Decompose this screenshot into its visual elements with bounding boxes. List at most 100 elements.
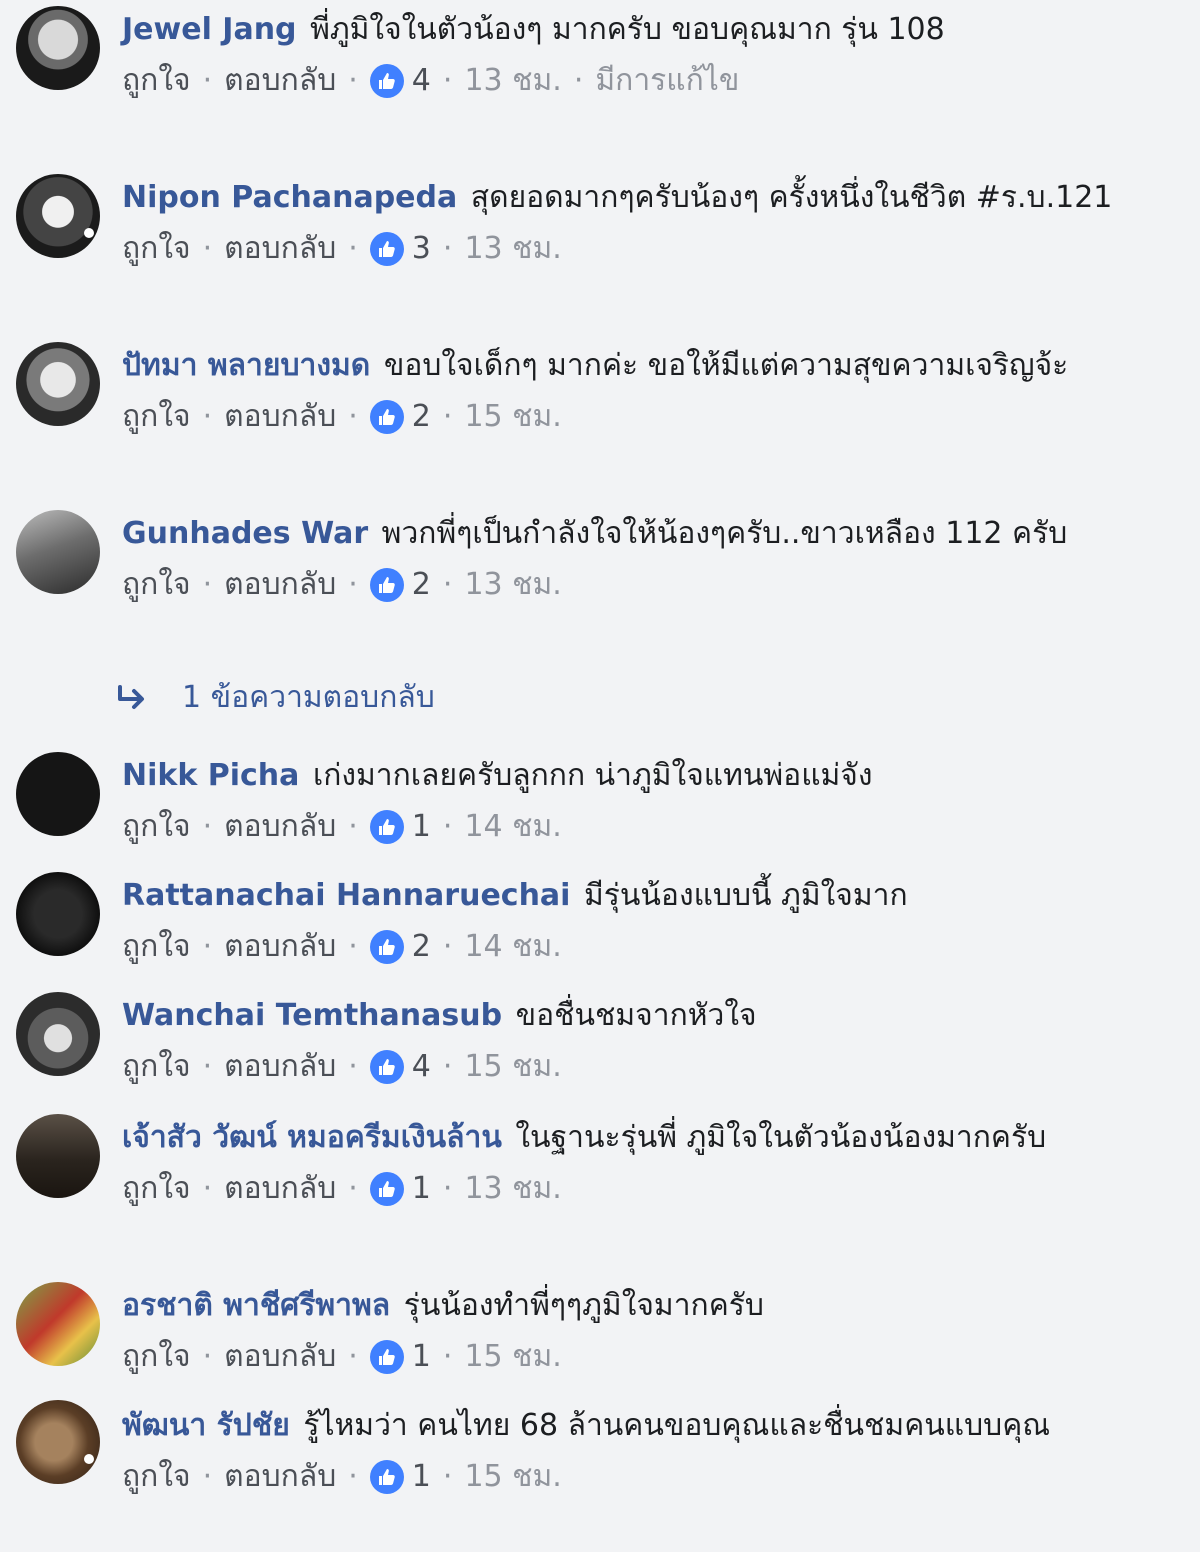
comment-body: ขอชื่นชมจากหัวใจ bbox=[515, 998, 757, 1033]
like-count[interactable]: 1 bbox=[412, 1337, 431, 1377]
like-link[interactable]: ถูกใจ bbox=[122, 1457, 191, 1497]
comment-body: พวกพี่ๆเป็นกำลังใจให้น้องๆครับ..ขาวเหลือ… bbox=[381, 516, 1068, 551]
like-count[interactable]: 2 bbox=[412, 927, 431, 967]
separator: · bbox=[348, 1171, 358, 1206]
separator: · bbox=[202, 399, 213, 434]
reply-link[interactable]: ตอบกลับ bbox=[224, 229, 336, 269]
comment-author[interactable]: พัฒนา รัปชัย bbox=[122, 1408, 290, 1443]
comment-author[interactable]: Gunhades War bbox=[122, 516, 368, 551]
thumbs-up-icon[interactable] bbox=[369, 64, 404, 98]
reply-link[interactable]: ตอบกลับ bbox=[224, 927, 336, 967]
separator: · bbox=[348, 1459, 358, 1494]
avatar[interactable] bbox=[16, 510, 100, 594]
thumbs-up-icon[interactable] bbox=[369, 568, 404, 602]
comment-time[interactable]: 15 ชม. bbox=[464, 1047, 561, 1087]
separator: · bbox=[442, 399, 453, 434]
reply-link[interactable]: ตอบกลับ bbox=[224, 807, 336, 847]
reply-link[interactable]: ตอบกลับ bbox=[224, 1047, 336, 1087]
separator: · bbox=[348, 399, 358, 434]
like-link[interactable]: ถูกใจ bbox=[122, 927, 191, 967]
like-link[interactable]: ถูกใจ bbox=[122, 1337, 191, 1377]
like-count[interactable]: 4 bbox=[412, 61, 431, 101]
comment-time[interactable]: 15 ชม. bbox=[464, 1337, 561, 1377]
comment-time[interactable]: 14 ชม. bbox=[464, 807, 561, 847]
thumbs-up-icon[interactable] bbox=[369, 1172, 404, 1206]
like-link[interactable]: ถูกใจ bbox=[122, 807, 191, 847]
like-link[interactable]: ถูกใจ bbox=[122, 397, 191, 437]
like-count[interactable]: 2 bbox=[412, 565, 431, 605]
comment-actions: ถูกใจ · ตอบกลับ · 2 · 15 ชม. bbox=[122, 397, 1152, 437]
comment-text: Gunhades War พวกพี่ๆเป็นกำลังใจให้น้องๆค… bbox=[122, 510, 1152, 557]
avatar[interactable] bbox=[16, 872, 100, 956]
comment-author[interactable]: Wanchai Temthanasub bbox=[122, 998, 502, 1033]
comment-author[interactable]: Nipon Pachanapeda bbox=[122, 180, 457, 215]
like-link[interactable]: ถูกใจ bbox=[122, 229, 191, 269]
reply-link[interactable]: ตอบกลับ bbox=[224, 1457, 336, 1497]
thumbs-up-icon[interactable] bbox=[369, 930, 404, 964]
avatar[interactable] bbox=[16, 1114, 100, 1198]
comment-actions: ถูกใจ · ตอบกลับ · 3 · 13 ชม. bbox=[122, 229, 1152, 269]
comment-author[interactable]: Nikk Picha bbox=[122, 758, 299, 793]
comment-author[interactable]: อรชาติ พาชีศรีพาพล bbox=[122, 1288, 390, 1323]
avatar[interactable] bbox=[16, 342, 100, 426]
thumbs-up-icon[interactable] bbox=[369, 810, 404, 844]
separator: · bbox=[442, 929, 453, 964]
separator: · bbox=[202, 231, 213, 266]
edited-label[interactable]: มีการแก้ไข bbox=[595, 61, 739, 101]
like-link[interactable]: ถูกใจ bbox=[122, 61, 191, 101]
like-link[interactable]: ถูกใจ bbox=[122, 1169, 191, 1209]
reply-link[interactable]: ตอบกลับ bbox=[224, 1169, 336, 1209]
avatar[interactable] bbox=[16, 6, 100, 90]
comment-time[interactable]: 15 ชม. bbox=[464, 397, 561, 437]
like-count[interactable]: 1 bbox=[412, 1457, 431, 1497]
comment-time[interactable]: 13 ชม. bbox=[464, 229, 561, 269]
thumbs-up-icon[interactable] bbox=[369, 400, 404, 434]
comment-list: Jewel Jang พี่ภูมิใจในตัวน้องๆ มากครับ ข… bbox=[0, 0, 1200, 1552]
separator: · bbox=[202, 809, 213, 844]
separator: · bbox=[202, 1171, 213, 1206]
avatar[interactable] bbox=[16, 1282, 100, 1366]
avatar[interactable] bbox=[16, 1400, 100, 1484]
reply-link[interactable]: ตอบกลับ bbox=[224, 61, 336, 101]
like-link[interactable]: ถูกใจ bbox=[122, 565, 191, 605]
comment-body: สุดยอดมากๆครับน้องๆ ครั้งหนึ่งในชีวิต #ร… bbox=[470, 180, 1113, 215]
comment-author[interactable]: Jewel Jang bbox=[122, 12, 297, 47]
comment-author[interactable]: เจ้าสัว วัฒน์ หมอครีมเงินล้าน bbox=[122, 1120, 502, 1155]
comment-time[interactable]: 14 ชม. bbox=[464, 927, 561, 967]
online-indicator bbox=[84, 228, 94, 238]
avatar[interactable] bbox=[16, 752, 100, 836]
separator: · bbox=[202, 929, 213, 964]
view-replies-link[interactable]: 1 ข้อความตอบกลับ bbox=[116, 676, 435, 720]
reply-link[interactable]: ตอบกลับ bbox=[224, 1337, 336, 1377]
reply-link[interactable]: ตอบกลับ bbox=[224, 565, 336, 605]
like-count[interactable]: 1 bbox=[412, 1169, 431, 1209]
thumbs-up-icon[interactable] bbox=[369, 232, 404, 266]
comment-body: ขอบใจเด็กๆ มากค่ะ ขอให้มีแต่ความสุขความเ… bbox=[383, 348, 1069, 383]
comment-actions: ถูกใจ · ตอบกลับ · 1 · 15 ชม. bbox=[122, 1337, 1152, 1377]
comment-body: เก่งมากเลยครับลูกกก น่าภูมิใจแทนพ่อแม่จั… bbox=[312, 758, 873, 793]
comment-text: Wanchai Temthanasub ขอชื่นชมจากหัวใจ bbox=[122, 992, 1152, 1039]
avatar[interactable] bbox=[16, 992, 100, 1076]
like-count[interactable]: 4 bbox=[412, 1047, 431, 1087]
comment-time[interactable]: 13 ชม. bbox=[464, 61, 561, 101]
comment-actions: ถูกใจ · ตอบกลับ · 4 · 15 ชม. bbox=[122, 1047, 1152, 1087]
comment-actions: ถูกใจ · ตอบกลับ · 1 · 13 ชม. bbox=[122, 1169, 1152, 1209]
replies-count-label[interactable]: 1 ข้อความตอบกลับ bbox=[182, 676, 435, 720]
comment-author[interactable]: Rattanachai Hannaruechai bbox=[122, 878, 570, 913]
reply-link[interactable]: ตอบกลับ bbox=[224, 397, 336, 437]
comment-actions: ถูกใจ · ตอบกลับ · 1 · 14 ชม. bbox=[122, 807, 1152, 847]
thumbs-up-icon[interactable] bbox=[369, 1340, 404, 1374]
comment-time[interactable]: 13 ชม. bbox=[464, 565, 561, 605]
like-count[interactable]: 3 bbox=[412, 229, 431, 269]
thumbs-up-icon[interactable] bbox=[369, 1050, 404, 1084]
avatar[interactable] bbox=[16, 174, 100, 258]
thumbs-up-icon[interactable] bbox=[369, 1460, 404, 1494]
like-link[interactable]: ถูกใจ bbox=[122, 1047, 191, 1087]
comment-body: ในฐานะรุ่นพี่ ภูมิใจในตัวน้องน้องมากครับ bbox=[515, 1120, 1047, 1155]
comment-time[interactable]: 15 ชม. bbox=[464, 1457, 561, 1497]
comment-time[interactable]: 13 ชม. bbox=[464, 1169, 561, 1209]
comment-text: ปัทมา พลายบางมด ขอบใจเด็กๆ มากค่ะ ขอให้ม… bbox=[122, 342, 1152, 389]
like-count[interactable]: 1 bbox=[412, 807, 431, 847]
comment-author[interactable]: ปัทมา พลายบางมด bbox=[122, 348, 370, 383]
like-count[interactable]: 2 bbox=[412, 397, 431, 437]
